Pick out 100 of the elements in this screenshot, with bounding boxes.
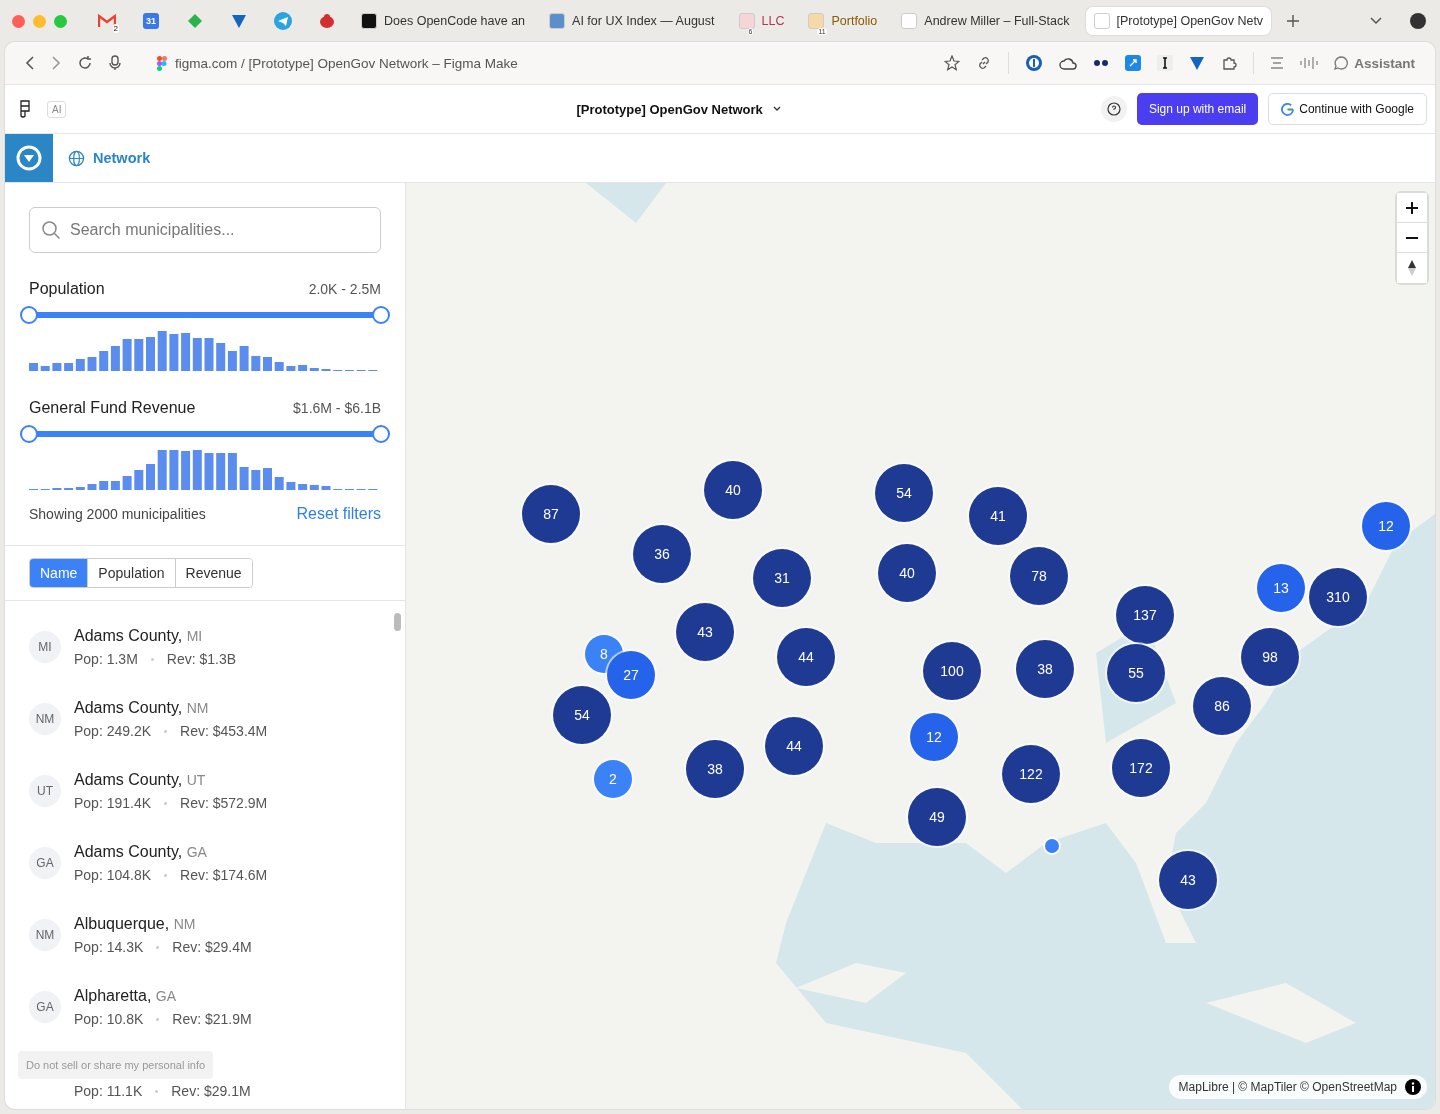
histogram-bar [239,467,249,490]
scrollbar-thumb[interactable] [394,613,401,631]
state-avatar: MI [29,631,61,663]
site-icon [361,13,377,29]
chevron-down-icon[interactable] [1370,17,1382,25]
diamond-icon [187,13,203,29]
reset-filters-link[interactable]: Reset filters [296,505,381,523]
filter-label: Population [29,280,105,298]
histogram-bar [99,481,109,490]
key-extension-icon[interactable] [1025,54,1044,72]
municipality-name[interactable]: Adams County, [74,843,183,860]
pinned-tab[interactable]: 31 [133,7,169,35]
calendar-icon: 31 [143,13,159,29]
state-code: MI [186,628,203,644]
histogram-bar [227,351,237,371]
revenue-value: Rev: $453.4M [180,723,268,739]
histogram-bar [134,470,144,490]
state-code: GA [155,988,177,1004]
range-slider[interactable] [20,425,390,443]
browser-tab[interactable]: Does OpenCode have an [353,7,534,35]
municipality-name[interactable]: Adams County, [74,699,183,716]
range-value: 2.0K - 2.5M [308,281,381,297]
site-icon [901,13,918,29]
map-drawing[interactable] [406,183,1435,1109]
separator-dot [150,657,154,661]
population-value: Pop: 104.8K [74,867,152,883]
histogram-bar [134,339,144,371]
revenue-value: Rev: $29.1M [171,1083,251,1099]
star-icon[interactable] [944,55,961,71]
range-slider[interactable] [20,306,390,324]
histogram-bar [239,346,249,371]
municipality-name[interactable]: Adams County, [74,627,183,644]
paper-plane-icon [274,12,292,30]
google-sign-in-button[interactable]: Continue with Google [1268,93,1427,125]
browser-tab[interactable]: Andrew Miller – Full-Stack [893,7,1078,35]
municipality-name[interactable]: Adams County, [74,771,183,788]
separator-dot [155,1089,159,1093]
zoom-in-button[interactable] [1397,193,1427,223]
file-title[interactable]: [Prototype] OpenGov Network [576,101,763,117]
histogram-bar [181,333,191,371]
google-logo-icon [1281,102,1295,116]
population-value: Pop: 1.3M [74,651,138,667]
histogram-bar [40,366,50,371]
histogram-bar [52,363,62,371]
histogram-bar [29,363,38,371]
cursor-extension-icon[interactable] [1157,55,1174,71]
histogram-bar [204,453,214,490]
population-value: Pop: 14.3K [74,939,144,955]
back-icon[interactable] [25,56,35,70]
chevron-down-icon[interactable] [772,106,781,112]
cloud-icon[interactable] [1059,56,1078,70]
close-window-icon[interactable] [12,14,25,28]
search-field[interactable]: Search municipalities... [29,207,381,253]
chat-bubble-icon [1334,56,1349,70]
forward-icon[interactable] [51,56,61,70]
histogram-bar [263,357,272,371]
histogram-bar [286,482,296,490]
puzzle-icon[interactable] [1221,55,1238,71]
histogram-bar [274,477,284,490]
histogram-bar [122,476,132,490]
separator-dot [164,729,168,733]
pinned-tab[interactable]: 2 [89,7,125,35]
separator-dot [164,801,168,805]
municipality-name[interactable]: Albuquerque, [74,915,170,932]
reload-icon[interactable] [77,55,93,71]
resize-extension-icon[interactable] [1125,55,1142,71]
plus-icon [1406,201,1418,214]
histogram-bar [87,357,97,371]
microphone-icon[interactable] [109,55,121,71]
browser-tab[interactable]: AI for UX Index — August [541,7,723,35]
site-icon [738,13,755,29]
sign-up-button[interactable]: Sign up with email [1136,93,1259,125]
histogram-bar [251,470,261,490]
profile-avatar[interactable] [1410,13,1426,29]
assistant-button[interactable]: Assistant [1334,55,1415,71]
histogram-bar [216,343,226,371]
revenue-value: Rev: $21.9M [172,1011,252,1027]
state-code: GA [186,844,207,860]
new-tab-icon[interactable] [1287,15,1300,27]
info-icon[interactable] [1405,1079,1421,1095]
figma-logo-icon[interactable] [19,100,31,118]
state-avatar: GA [29,991,61,1023]
network-tab[interactable]: Network [68,149,151,167]
browser-tab[interactable]: [Prototype] OpenGov Netv [1085,7,1272,35]
funnel-icon [231,13,247,29]
help-icon[interactable] [1100,96,1127,122]
municipality-name[interactable]: Alpharetta, [74,987,152,1004]
histogram-bar [169,334,179,371]
histogram-bar [204,338,214,371]
range-value: $1.6M - $6.1B [293,400,381,416]
app-logo[interactable] [5,134,53,182]
funnel-icon[interactable] [1189,55,1206,71]
histogram-bar [216,453,226,490]
state-code: NM [173,916,196,932]
result-count: Showing 2000 municipalities [29,506,206,522]
address-field[interactable]: figma.com / [Prototype] OpenGov Network – Figma Make [175,55,518,71]
sort-tab[interactable]: Name [30,559,89,587]
histogram-bar [99,351,109,371]
globe-icon [68,149,85,167]
histogram-bar [87,484,97,490]
